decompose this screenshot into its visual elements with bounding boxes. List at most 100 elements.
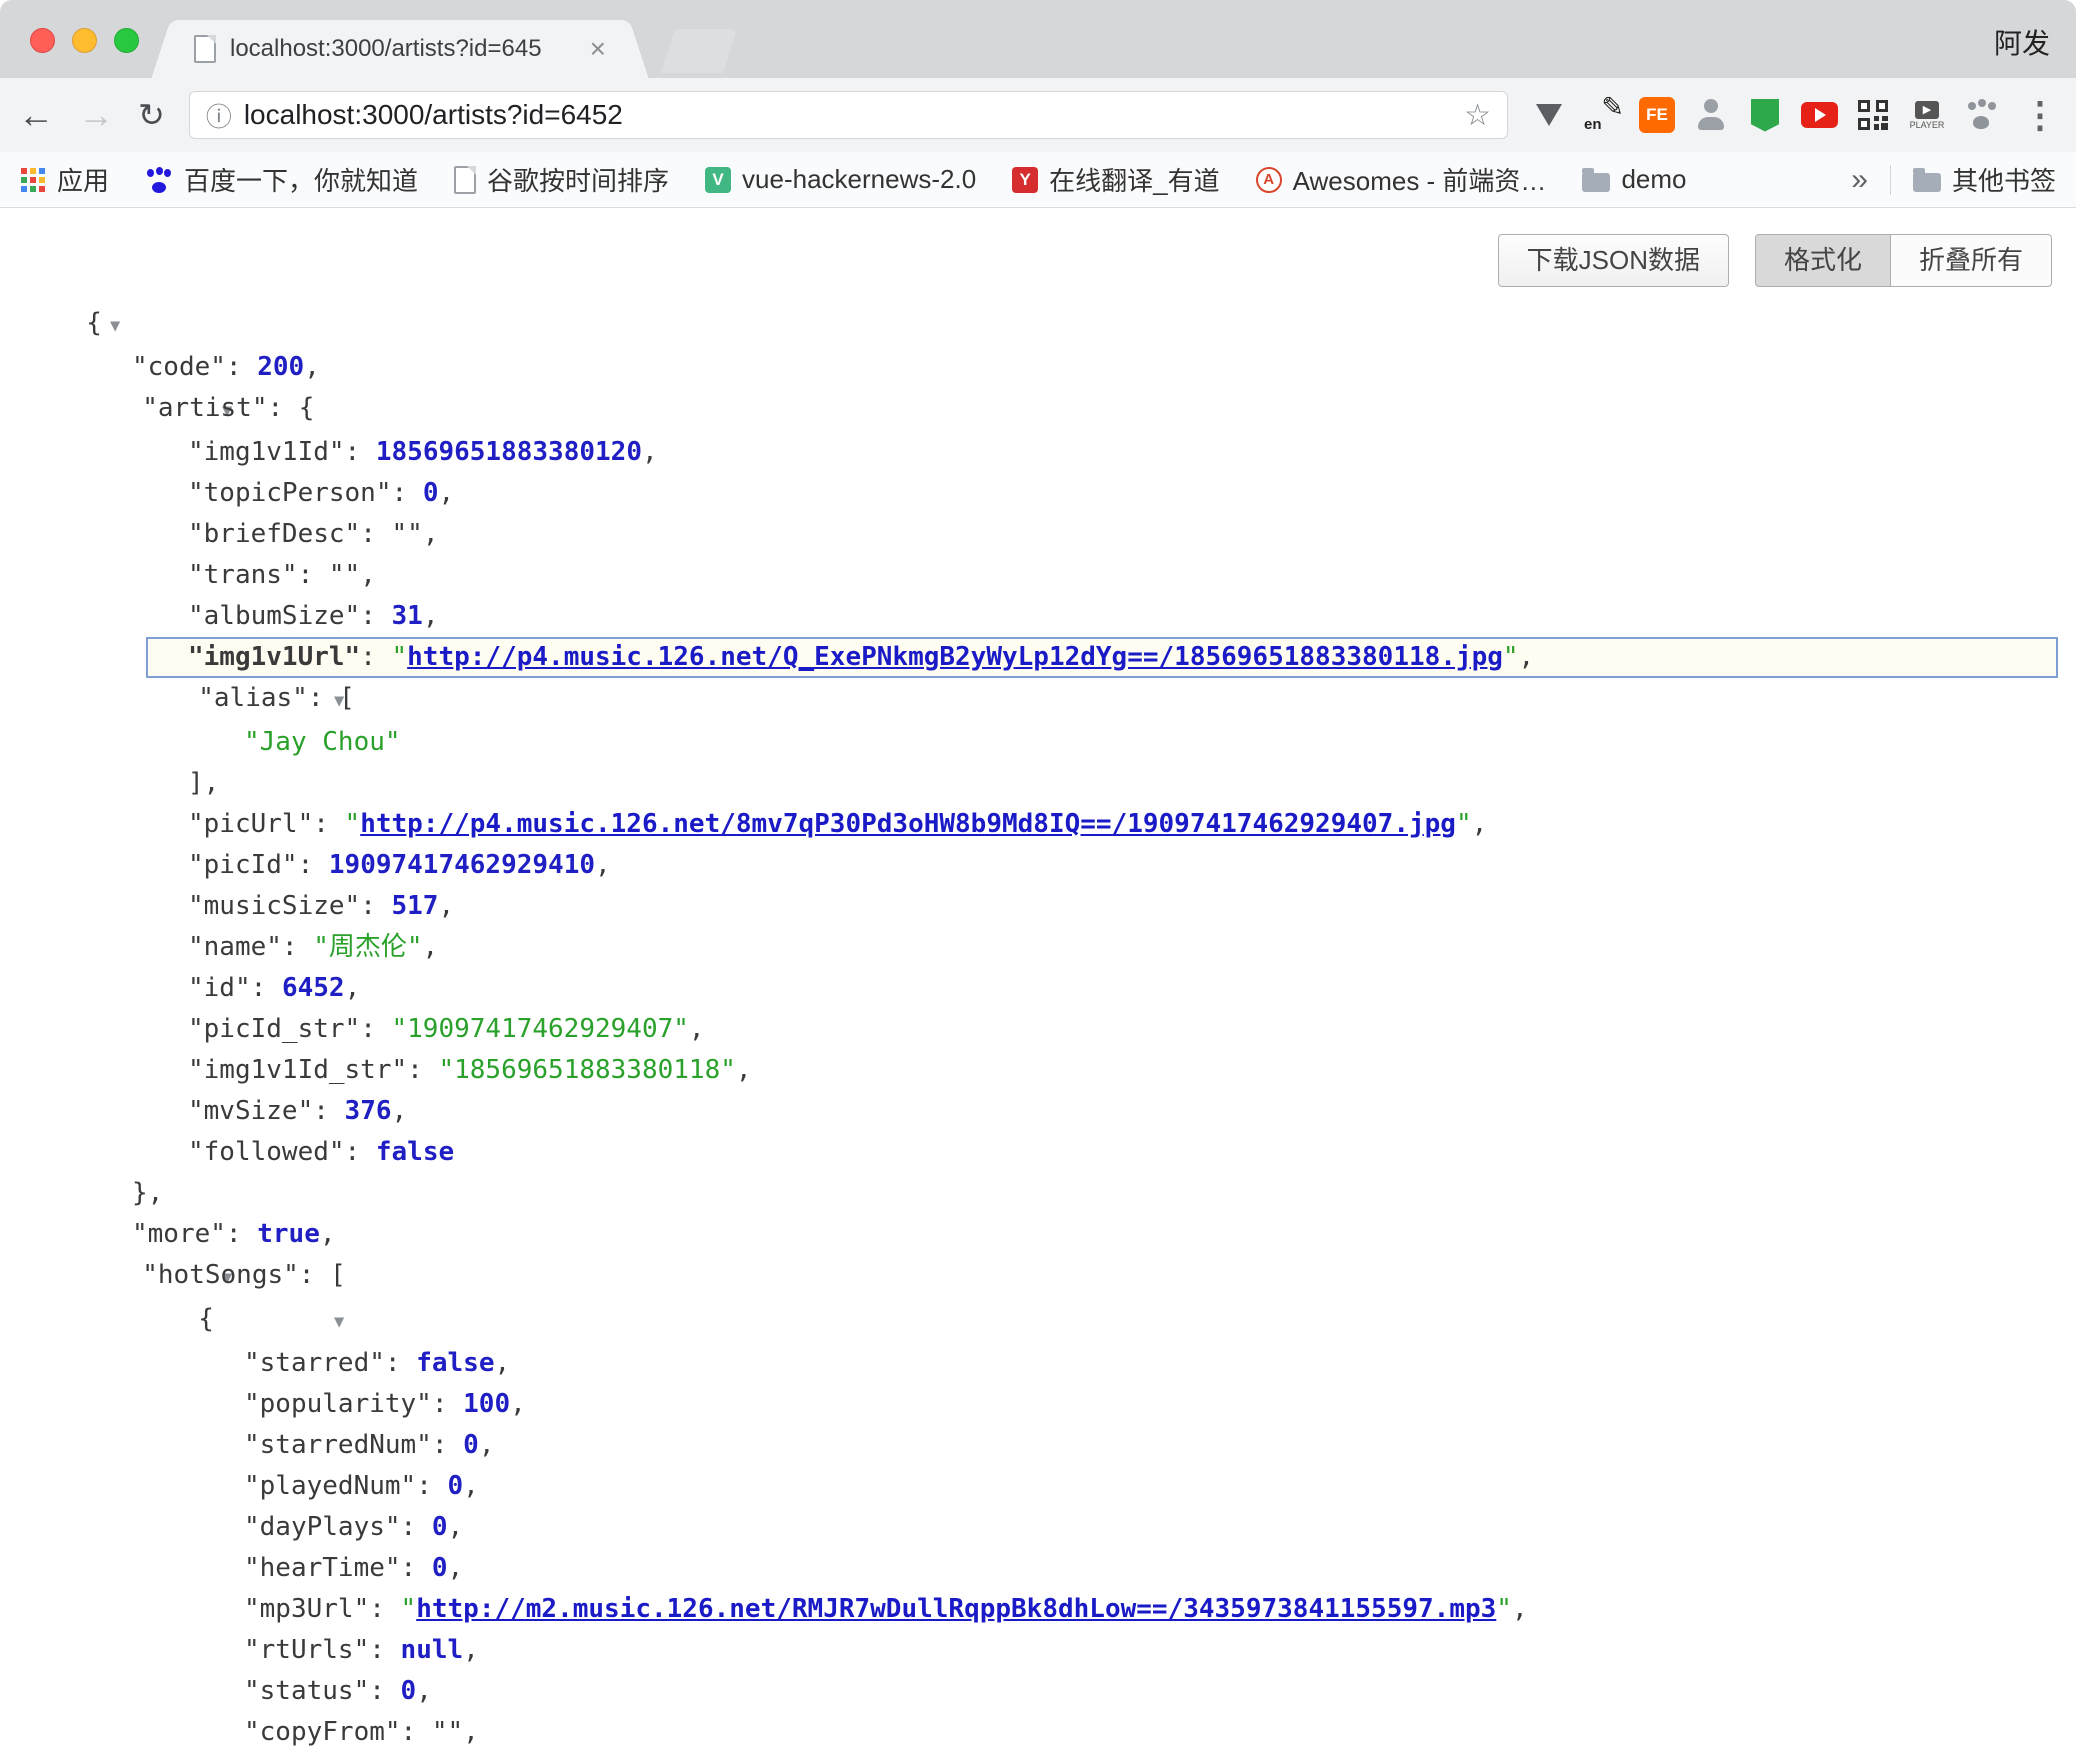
player-extension-icon[interactable]: ▶ PLAYER (1904, 92, 1950, 138)
json-token: "hotSongs" (142, 1260, 299, 1290)
shield-extension-icon[interactable] (1742, 92, 1788, 138)
json-token: { (198, 1304, 214, 1334)
reload-icon[interactable]: ↻ (138, 99, 165, 131)
json-token: "周杰伦" (313, 932, 422, 962)
qrcode-extension-icon[interactable] (1850, 92, 1896, 138)
json-token: 200 (257, 352, 304, 382)
bookmark-item[interactable]: 应用 (20, 161, 109, 198)
json-token: "starredNum" (244, 1430, 432, 1460)
json-token: "img1v1Url" (188, 642, 360, 672)
json-token: : (313, 1096, 344, 1126)
back-icon[interactable]: ← (18, 97, 54, 133)
json-token: , (304, 352, 320, 382)
json-token: : (392, 478, 423, 508)
json-token: : (360, 601, 391, 631)
paw-extension-icon[interactable] (1958, 92, 2004, 138)
json-line: "copyFrom": "", (0, 1712, 2076, 1753)
json-line: "Jay Chou" (0, 722, 2076, 763)
bookmark-item[interactable]: 谷歌按时间排序 (454, 161, 669, 198)
json-token: : (360, 519, 391, 549)
json-token: " (392, 642, 408, 672)
json-line: "starredNum": 0, (0, 1425, 2076, 1466)
json-token: : [ (308, 683, 355, 713)
fullscreen-window-button[interactable] (114, 28, 139, 53)
collapse-all-button[interactable]: 折叠所有 (1890, 234, 2052, 287)
address-bar[interactable]: ⓘ localhost:3000/artists?id=6452 ☆ (189, 91, 1508, 139)
baidu-paw-icon (145, 166, 173, 194)
json-line: }, (0, 1173, 2076, 1214)
json-token: 0 (432, 1553, 448, 1583)
json-token: "picUrl" (188, 809, 313, 839)
json-token: : (226, 1219, 257, 1249)
json-token: , (423, 932, 439, 962)
json-token: " (345, 809, 361, 839)
json-view: ▼{"code": 200,▼"artist": {"img1v1Id": 18… (0, 303, 2076, 1753)
bookmark-item[interactable]: Y在线翻译_有道 (1012, 161, 1219, 198)
json-token: : (313, 809, 344, 839)
bookmark-item[interactable]: 百度一下，你就知道 (145, 161, 418, 198)
url-text[interactable]: localhost:3000/artists?id=6452 (244, 99, 1464, 131)
json-token: "mvSize" (188, 1096, 313, 1126)
tab-close-icon[interactable]: × (590, 35, 606, 63)
vue-icon: V (705, 167, 731, 193)
window-controls (30, 28, 139, 53)
json-token: : (345, 437, 376, 467)
json-token: , (689, 1014, 705, 1044)
close-window-button[interactable] (30, 28, 55, 53)
json-token: "status" (244, 1676, 369, 1706)
bookmark-item[interactable]: Vvue-hackernews-2.0 (705, 164, 976, 195)
browser-tab[interactable]: localhost:3000/artists?id=645 × (176, 20, 624, 78)
json-token: "" (432, 1717, 463, 1747)
json-token: , (320, 1219, 336, 1249)
bookmark-item[interactable]: demo (1582, 164, 1686, 195)
json-token: "hearTime" (244, 1553, 401, 1583)
json-token: : (345, 1137, 376, 1167)
fehelper-extension-icon[interactable]: FE (1634, 92, 1680, 138)
json-token: 100 (463, 1389, 510, 1419)
json-line-highlighted: "img1v1Url": "http://p4.music.126.net/Q_… (0, 637, 2076, 678)
profile-name-label: 阿发 (1994, 22, 2050, 62)
json-line: "id": 6452, (0, 968, 2076, 1009)
json-url-link[interactable]: http://m2.music.126.net/RMJR7wDullRqppBk… (416, 1594, 1496, 1624)
bookmarks-overflow-icon[interactable]: » (1851, 163, 1868, 197)
format-button[interactable]: 格式化 (1755, 234, 1891, 287)
bookmark-item[interactable]: AAwesomes - 前端资… (1256, 161, 1547, 198)
youtube-extension-icon[interactable] (1796, 92, 1842, 138)
page-info-icon[interactable]: ⓘ (206, 97, 232, 134)
json-token: : (401, 1512, 432, 1542)
json-token: : (360, 1014, 391, 1044)
download-json-button[interactable]: 下载JSON数据 (1498, 234, 1729, 287)
json-token: "name" (188, 932, 282, 962)
json-token: 376 (345, 1096, 392, 1126)
json-url-link[interactable]: http://p4.music.126.net/Q_ExePNkmgB2yWyL… (407, 642, 1503, 672)
json-token: , (345, 973, 361, 1003)
pennant-extension-icon[interactable] (1526, 92, 1572, 138)
other-bookmarks-folder[interactable]: 其他书签 (1913, 161, 2056, 198)
translate-extension-icon[interactable]: en ✎ (1580, 92, 1626, 138)
json-token: , (463, 1717, 479, 1747)
json-token: " (401, 1594, 417, 1624)
profile-extension-icon[interactable] (1688, 92, 1734, 138)
json-token: , (448, 1512, 464, 1542)
new-tab-button[interactable] (661, 29, 737, 73)
bookmark-star-icon[interactable]: ☆ (1464, 98, 1491, 133)
json-token: , (1512, 1594, 1528, 1624)
json-token: , (595, 850, 611, 880)
json-token: : (298, 850, 329, 880)
collapse-triangle-icon[interactable]: ▼ (334, 1312, 344, 1332)
json-line: "playedNum": 0, (0, 1466, 2076, 1507)
json-token: null (401, 1635, 464, 1665)
collapse-triangle-icon[interactable]: ▼ (110, 316, 120, 336)
json-line: "topicPerson": 0, (0, 473, 2076, 514)
json-token: false (376, 1137, 454, 1167)
json-url-link[interactable]: http://p4.music.126.net/8mv7qP30Pd3oHW8b… (360, 809, 1456, 839)
json-token: ], (188, 768, 219, 798)
browser-menu-icon[interactable]: ⋮ (2022, 94, 2058, 136)
json-token: , (360, 560, 376, 590)
bookmark-label: 谷歌按时间排序 (487, 161, 669, 198)
browser-window: localhost:3000/artists?id=645 × 阿发 ← → ↻… (0, 0, 2076, 1754)
json-token: "alias" (198, 683, 308, 713)
json-token: }, (132, 1178, 163, 1208)
json-line: ▼"hotSongs": [ (0, 1255, 2076, 1299)
minimize-window-button[interactable] (72, 28, 97, 53)
